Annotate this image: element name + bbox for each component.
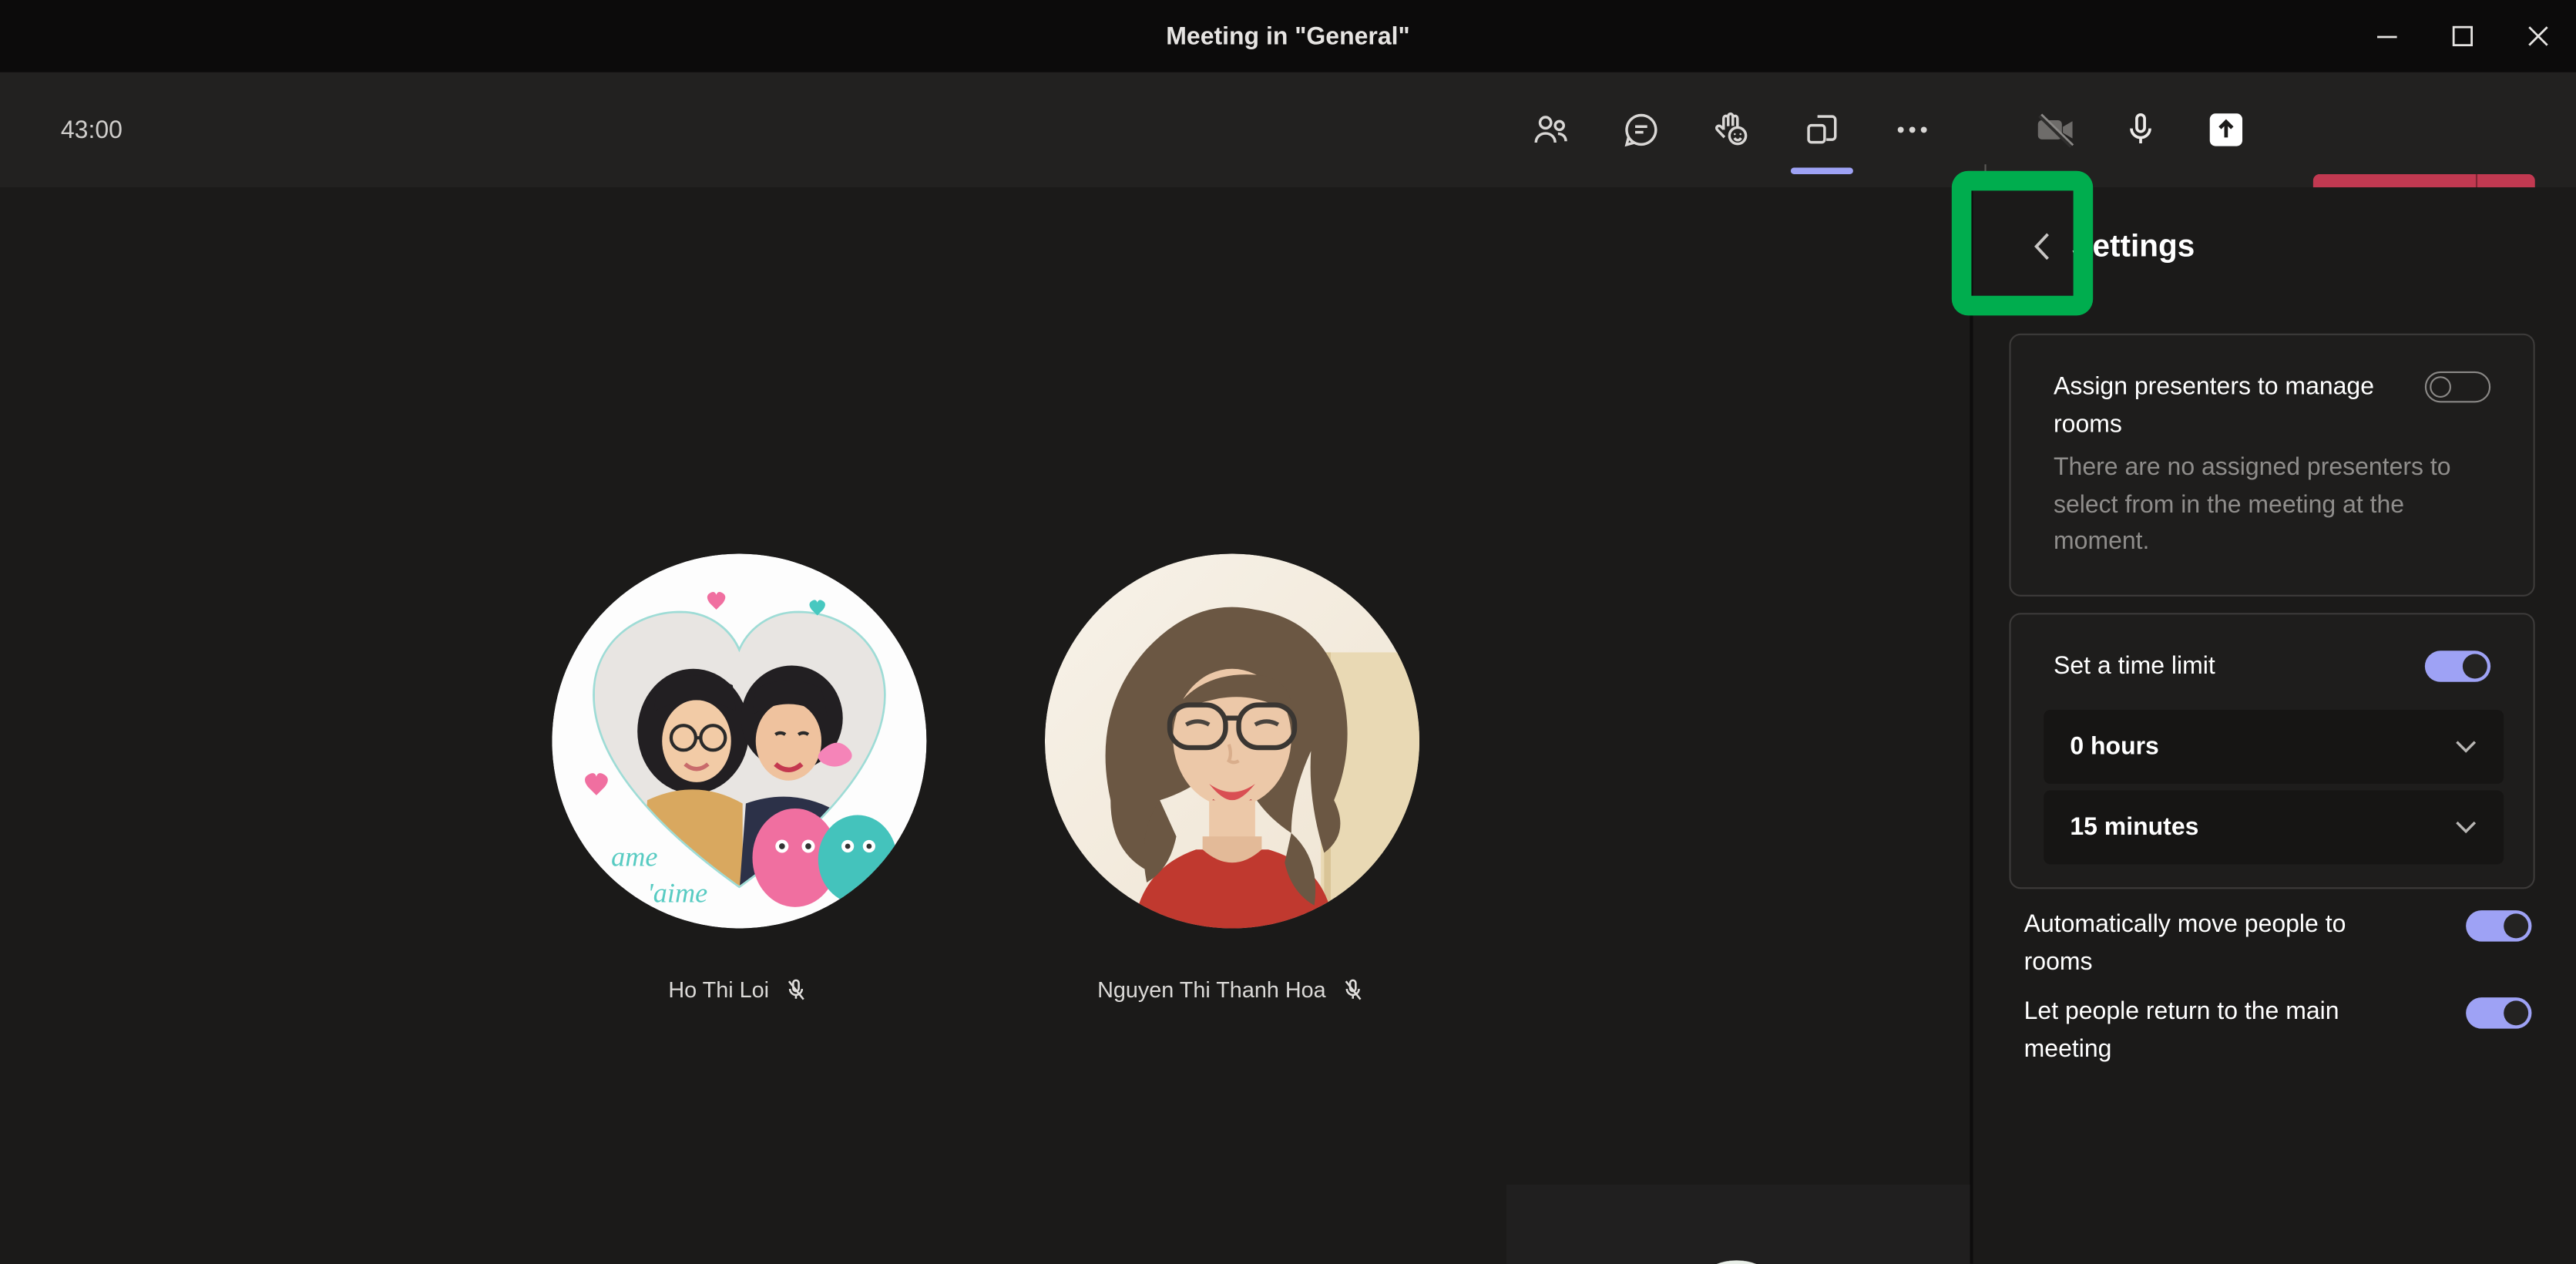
- window-title: Meeting in "General": [0, 0, 2576, 72]
- close-button[interactable]: [2500, 0, 2576, 72]
- microphone-button[interactable]: [2104, 94, 2177, 166]
- chat-icon: [1620, 109, 1662, 151]
- active-tab-underline: [1791, 167, 1853, 174]
- teams-meeting-window: Meeting in "General" 43:00: [0, 0, 2576, 1264]
- minutes-dropdown[interactable]: 15 minutes: [2044, 790, 2504, 864]
- camera-off-button[interactable]: [2019, 94, 2091, 166]
- chat-button[interactable]: [1605, 94, 1678, 166]
- toggle-knob: [2504, 1000, 2528, 1025]
- self-avatar: [1681, 1260, 1792, 1264]
- time-limit-toggle[interactable]: [2425, 650, 2490, 682]
- rooms-icon: [1801, 109, 1843, 151]
- toggle-knob: [2430, 376, 2451, 398]
- participant-avatar-1: ame 'aime: [552, 553, 926, 928]
- mic-off-icon: [782, 976, 810, 1003]
- participant-name: Ho Thi Loi: [668, 978, 769, 1003]
- auto-move-option: Automatically move people to rooms: [2024, 906, 2540, 981]
- raise-hand-icon: [1710, 109, 1752, 151]
- titlebar: Meeting in "General": [0, 0, 2576, 72]
- settings-panel: Settings Assign presenters to manage roo…: [1973, 187, 2576, 1263]
- toolbar-center-actions: [1515, 94, 1949, 166]
- participants-button[interactable]: [1515, 94, 1587, 166]
- assign-presenters-card: Assign presenters to manage rooms There …: [2009, 334, 2534, 597]
- avatar-photo-woman: [1045, 553, 1419, 928]
- minimize-icon: [2376, 25, 2399, 48]
- svg-text:ame: ame: [611, 842, 657, 872]
- meeting-toolbar: 43:00: [0, 72, 2576, 187]
- toggle-knob: [2504, 913, 2528, 938]
- breakout-rooms-button[interactable]: [1786, 94, 1859, 166]
- panel-title: Settings: [2071, 230, 2195, 266]
- people-icon: [1530, 109, 1572, 151]
- participant-name: Nguyen Thi Thanh Hoa: [1097, 978, 1326, 1003]
- share-tray-icon: [2203, 107, 2249, 153]
- reactions-button[interactable]: [1695, 94, 1768, 166]
- maximize-button[interactable]: [2425, 0, 2500, 72]
- return-main-option: Let people return to the main meeting: [2024, 993, 2540, 1068]
- mic-off-icon: [1339, 976, 1367, 1003]
- assign-presenters-toggle[interactable]: [2425, 371, 2490, 403]
- participant-name-row: Nguyen Thi Thanh Hoa: [986, 976, 1479, 1003]
- back-button[interactable]: [2019, 224, 2065, 270]
- minimize-button[interactable]: [2349, 0, 2425, 72]
- return-main-label: Let people return to the main meeting: [2024, 993, 2383, 1068]
- time-limit-label: Set a time limit: [2054, 647, 2390, 685]
- hours-dropdown[interactable]: 0 hours: [2044, 710, 2504, 784]
- avatar-photo-heart-collage: ame 'aime: [552, 553, 926, 928]
- participant-avatar-2: [1045, 553, 1419, 928]
- auto-move-toggle[interactable]: [2466, 910, 2531, 942]
- camera-off-icon: [2032, 107, 2078, 153]
- maximize-icon: [2451, 25, 2474, 48]
- toolbar-device-actions: [2019, 94, 2262, 166]
- chevron-down-icon: [2454, 739, 2477, 754]
- time-limit-card: Set a time limit 0 hours 15 minutes: [2009, 613, 2534, 889]
- chevron-left-icon: [2032, 232, 2052, 261]
- self-view-tile[interactable]: [1506, 1185, 1970, 1264]
- mic-icon: [2119, 109, 2161, 151]
- meeting-stage: ame 'aime: [0, 187, 1970, 1263]
- meeting-timer: 43:00: [61, 72, 123, 187]
- assign-presenters-label: Assign presenters to manage rooms: [2054, 368, 2390, 444]
- minutes-value: 15 minutes: [2070, 813, 2198, 841]
- close-icon: [2527, 25, 2550, 48]
- auto-move-label: Automatically move people to rooms: [2024, 906, 2383, 981]
- hours-value: 0 hours: [2070, 733, 2159, 761]
- share-tray-button[interactable]: [2190, 94, 2262, 166]
- svg-text:'aime: 'aime: [647, 877, 707, 908]
- ellipsis-icon: [1891, 109, 1933, 151]
- return-main-toggle[interactable]: [2466, 997, 2531, 1029]
- more-options-button[interactable]: [1876, 94, 1949, 166]
- participant-name-row: Ho Thi Loi: [493, 976, 986, 1003]
- self-avatar-photo: [1681, 1260, 1792, 1264]
- chevron-down-icon: [2454, 820, 2477, 835]
- assign-presenters-description: There are no assigned presenters to sele…: [2054, 450, 2477, 561]
- window-controls: [2349, 0, 2576, 72]
- toggle-knob: [2463, 654, 2487, 679]
